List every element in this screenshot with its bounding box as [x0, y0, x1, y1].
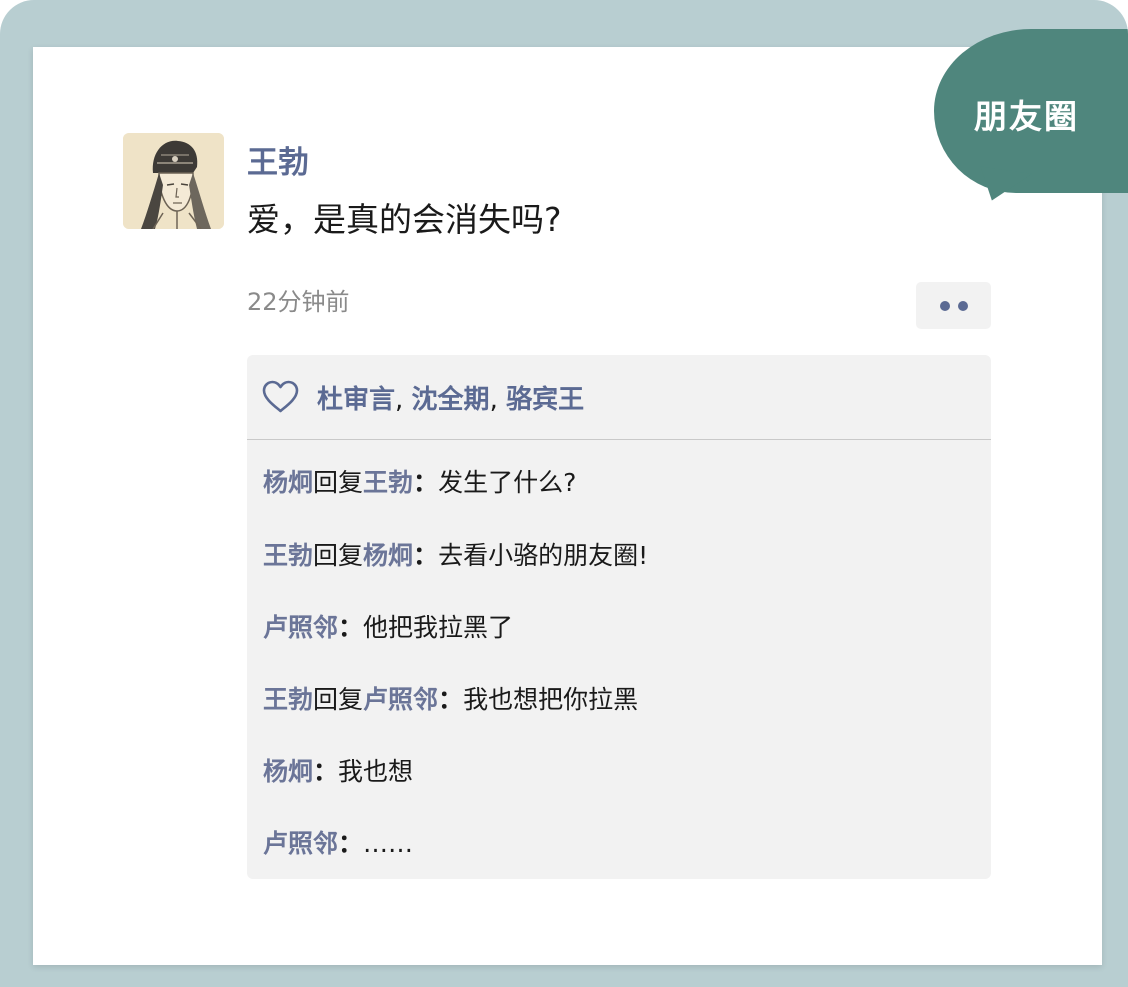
- comment-item[interactable]: 杨炯回复王勃：发生了什么?: [263, 463, 576, 499]
- liker-name[interactable]: 杜审言: [317, 385, 395, 415]
- comment-item[interactable]: 卢照邻：他把我拉黑了: [263, 608, 513, 644]
- comment-colon: ：: [338, 829, 364, 858]
- comment-author[interactable]: 卢照邻: [263, 613, 338, 642]
- comment-author[interactable]: 王勃: [263, 541, 313, 570]
- ellipsis-icon: [939, 300, 950, 311]
- likers-list: 杜审言, 沈全期, 骆宾王: [317, 379, 584, 416]
- post-text: 爱，是真的会消失吗?: [247, 200, 562, 239]
- comment-text: 我也想把你拉黑: [463, 685, 639, 714]
- comment-reply-target[interactable]: 王勃: [363, 468, 413, 497]
- comment-text: 发生了什么?: [438, 468, 577, 497]
- comment-colon: ：: [413, 541, 439, 570]
- comment-text: 去看小骆的朋友圈!: [438, 541, 649, 570]
- comment-colon: ：: [438, 685, 464, 714]
- comment-colon: ：: [313, 757, 339, 786]
- portrait-image: [123, 133, 224, 229]
- liker-separator: ,: [489, 385, 498, 415]
- comment-author[interactable]: 杨炯: [263, 757, 313, 786]
- comment-item[interactable]: 王勃回复卢照邻：我也想把你拉黑: [263, 680, 638, 716]
- comment-text: ……: [363, 829, 414, 858]
- more-options-button[interactable]: [916, 282, 991, 329]
- moments-badge-label: 朋友圈: [974, 97, 1079, 136]
- page-frame: 朋友圈 王勃 爱，是真的会消失吗? 22分钟前 杜审言, 沈全期, 骆宾王 杨炯…: [0, 0, 1128, 987]
- heart-icon: [262, 380, 299, 413]
- liker-name[interactable]: 骆宾王: [506, 385, 584, 415]
- comment-text: 他把我拉黑了: [363, 613, 514, 642]
- comment-item[interactable]: 卢照邻：……: [263, 824, 413, 860]
- post-author-name[interactable]: 王勃: [247, 137, 309, 182]
- comment-author[interactable]: 杨炯: [263, 468, 313, 497]
- comment-reply-target[interactable]: 卢照邻: [363, 685, 438, 714]
- avatar[interactable]: [123, 133, 224, 229]
- ellipsis-icon-dot: [957, 300, 968, 311]
- liker-name[interactable]: 沈全期: [412, 385, 490, 415]
- comment-item[interactable]: 王勃回复杨炯：去看小骆的朋友圈!: [263, 536, 648, 572]
- liker-separator: ,: [395, 385, 404, 415]
- comment-reply-word: 回复: [313, 468, 364, 497]
- comment-reply-word: 回复: [313, 685, 364, 714]
- comment-reply-word: 回复: [313, 541, 364, 570]
- comment-author[interactable]: 卢照邻: [263, 829, 338, 858]
- comment-colon: ：: [338, 613, 364, 642]
- post-timestamp: 22分钟前: [247, 288, 350, 316]
- comment-colon: ：: [413, 468, 439, 497]
- interaction-panel: 杜审言, 沈全期, 骆宾王 杨炯回复王勃：发生了什么? 王勃回复杨炯：去看小骆的…: [247, 355, 991, 879]
- likes-row: 杜审言, 沈全期, 骆宾王: [247, 355, 991, 440]
- comment-author[interactable]: 王勃: [263, 685, 313, 714]
- comment-text: 我也想: [338, 757, 414, 786]
- comment-item[interactable]: 杨炯：我也想: [263, 752, 413, 788]
- comment-reply-target[interactable]: 杨炯: [363, 541, 413, 570]
